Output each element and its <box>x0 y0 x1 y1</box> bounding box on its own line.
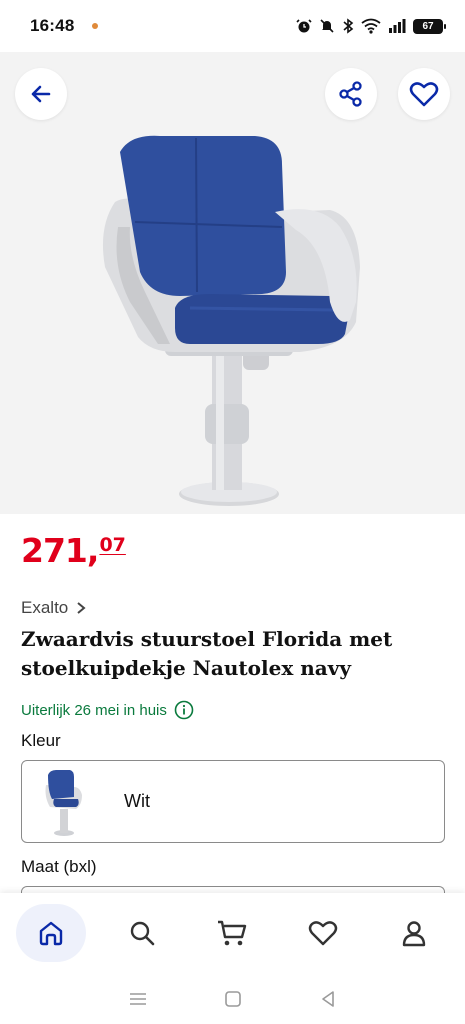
cart-icon <box>218 920 247 946</box>
color-label: Kleur <box>21 731 61 750</box>
delivery-info: Uiterlijk 26 mei in huis <box>21 700 194 720</box>
system-navigation <box>0 973 465 1024</box>
info-icon[interactable] <box>174 700 194 720</box>
delivery-text: Uiterlijk 26 mei in huis <box>21 701 167 719</box>
home-system-icon[interactable] <box>224 990 242 1008</box>
product-image-area <box>0 52 465 514</box>
heart-icon <box>409 82 439 107</box>
product-title: Zwaardvis stuurstoel Florida met stoelku… <box>21 627 393 680</box>
color-selector[interactable]: Wit <box>21 760 445 843</box>
arrow-left-icon <box>31 85 51 103</box>
nav-cart[interactable] <box>197 904 267 962</box>
wifi-icon <box>361 18 381 34</box>
share-icon <box>339 81 362 107</box>
price-main: 271 <box>21 531 88 570</box>
battery-icon: 67 <box>413 18 446 34</box>
bottom-navigation <box>0 893 465 973</box>
account-icon <box>402 921 425 947</box>
search-icon <box>130 921 155 946</box>
bluetooth-icon <box>343 18 354 34</box>
notification-dot <box>92 23 99 29</box>
size-label: Maat (bxl) <box>21 857 97 876</box>
alarm-icon <box>296 19 312 33</box>
price-separator: , <box>86 531 100 570</box>
nav-favorites[interactable] <box>288 904 358 962</box>
brand-name: Exalto <box>21 598 69 617</box>
nav-account[interactable] <box>379 904 449 962</box>
nav-home[interactable] <box>16 904 87 962</box>
color-thumbnail <box>45 769 82 836</box>
product-price: 271 , 07 <box>21 534 126 567</box>
price-cents: 07 <box>99 534 126 556</box>
status-bar: 16:48 67 <box>0 0 465 52</box>
status-time: 16:48 <box>30 16 75 35</box>
mute-icon <box>320 19 334 33</box>
favorite-button[interactable] <box>398 68 450 120</box>
recent-apps-icon[interactable] <box>128 991 148 1007</box>
back-button[interactable] <box>15 68 67 120</box>
nav-search[interactable] <box>107 904 177 962</box>
color-value: Wit <box>124 791 150 811</box>
signal-icon <box>389 19 406 33</box>
chevron-right-icon <box>77 602 86 614</box>
share-button[interactable] <box>325 68 377 120</box>
back-system-icon[interactable] <box>319 990 337 1008</box>
status-icons: 67 <box>296 18 446 34</box>
product-image <box>102 135 360 506</box>
brand-link[interactable]: Exalto <box>21 598 86 618</box>
heart-icon <box>308 921 338 946</box>
home-icon <box>40 921 63 946</box>
